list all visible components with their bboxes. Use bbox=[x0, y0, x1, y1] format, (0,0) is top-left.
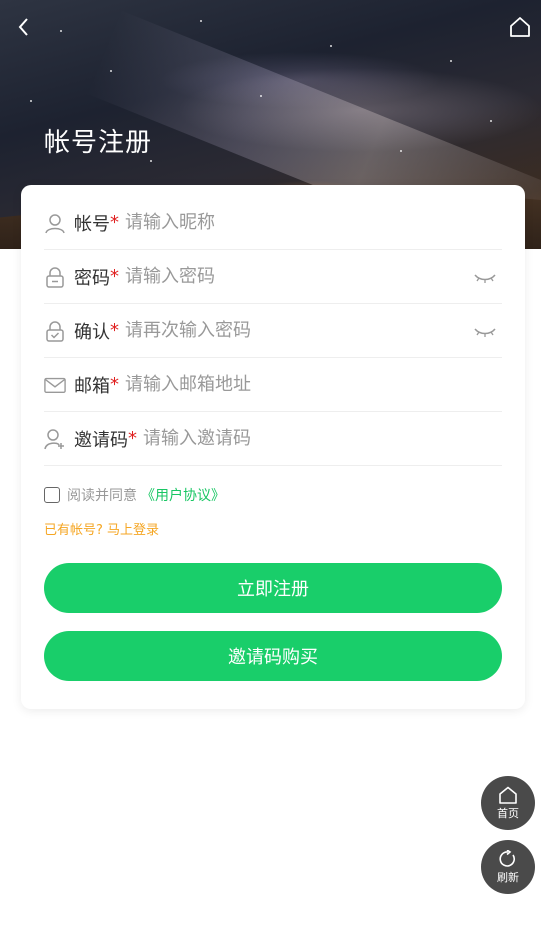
email-label: 邮箱 bbox=[74, 375, 110, 397]
password-input[interactable] bbox=[125, 266, 474, 287]
star bbox=[490, 120, 492, 122]
required-mark: * bbox=[110, 374, 119, 395]
float-refresh-button[interactable]: 刷新 bbox=[481, 840, 535, 894]
register-card: 帐号 * 密码 * bbox=[21, 185, 525, 709]
home-icon bbox=[510, 17, 530, 37]
star bbox=[330, 45, 332, 47]
password-row: 密码 * bbox=[44, 250, 502, 304]
lock-check-icon bbox=[44, 320, 66, 342]
agreement-text: 阅读并同意 bbox=[67, 488, 137, 504]
eye-closed-icon[interactable] bbox=[474, 324, 496, 338]
account-row: 帐号 * bbox=[44, 196, 502, 250]
star bbox=[150, 160, 152, 162]
star bbox=[60, 30, 62, 32]
star bbox=[260, 95, 262, 97]
lock-icon bbox=[44, 266, 66, 288]
float-home-button[interactable]: 首页 bbox=[481, 776, 535, 830]
mail-icon bbox=[44, 374, 66, 396]
password-label: 密码 bbox=[74, 267, 110, 289]
float-refresh-label: 刷新 bbox=[497, 870, 519, 884]
star bbox=[30, 100, 32, 102]
invite-code-input[interactable] bbox=[143, 428, 502, 449]
invite-code-row: 邀请码 * bbox=[44, 412, 502, 466]
register-page: 帐号注册 帐号 * 密码 bbox=[0, 0, 541, 938]
star bbox=[110, 70, 112, 72]
required-mark: * bbox=[110, 266, 119, 287]
chevron-left-icon bbox=[18, 18, 28, 36]
login-link[interactable]: 已有帐号? 马上登录 bbox=[44, 519, 159, 538]
page-title: 帐号注册 bbox=[44, 128, 153, 158]
agreement-checkbox[interactable] bbox=[44, 487, 60, 503]
confirm-label: 确认 bbox=[74, 321, 110, 343]
required-mark: * bbox=[110, 212, 119, 233]
email-input[interactable] bbox=[125, 374, 502, 395]
star bbox=[200, 20, 202, 22]
user-icon bbox=[44, 212, 66, 234]
account-label: 帐号 bbox=[74, 213, 110, 235]
eye-closed-icon[interactable] bbox=[474, 270, 496, 284]
email-row: 邮箱 * bbox=[44, 358, 502, 412]
confirm-password-input[interactable] bbox=[125, 320, 474, 341]
register-button[interactable]: 立即注册 bbox=[44, 563, 502, 613]
agreement-row: 阅读并同意 《用户协议》 bbox=[44, 485, 225, 505]
back-button[interactable] bbox=[12, 14, 38, 40]
refresh-icon bbox=[499, 849, 516, 867]
required-mark: * bbox=[110, 320, 119, 341]
star bbox=[400, 150, 402, 152]
confirm-row: 确认 * bbox=[44, 304, 502, 358]
user-agreement-link[interactable]: 《用户协议》 bbox=[141, 485, 225, 505]
buy-invite-code-button[interactable]: 邀请码购买 bbox=[44, 631, 502, 681]
account-input[interactable] bbox=[125, 212, 502, 233]
float-home-label: 首页 bbox=[497, 806, 519, 820]
invite-code-label: 邀请码 bbox=[74, 429, 128, 451]
home-icon bbox=[499, 786, 517, 804]
user-add-icon bbox=[44, 428, 66, 450]
home-button[interactable] bbox=[507, 14, 533, 40]
star bbox=[450, 60, 452, 62]
required-mark: * bbox=[128, 428, 137, 449]
